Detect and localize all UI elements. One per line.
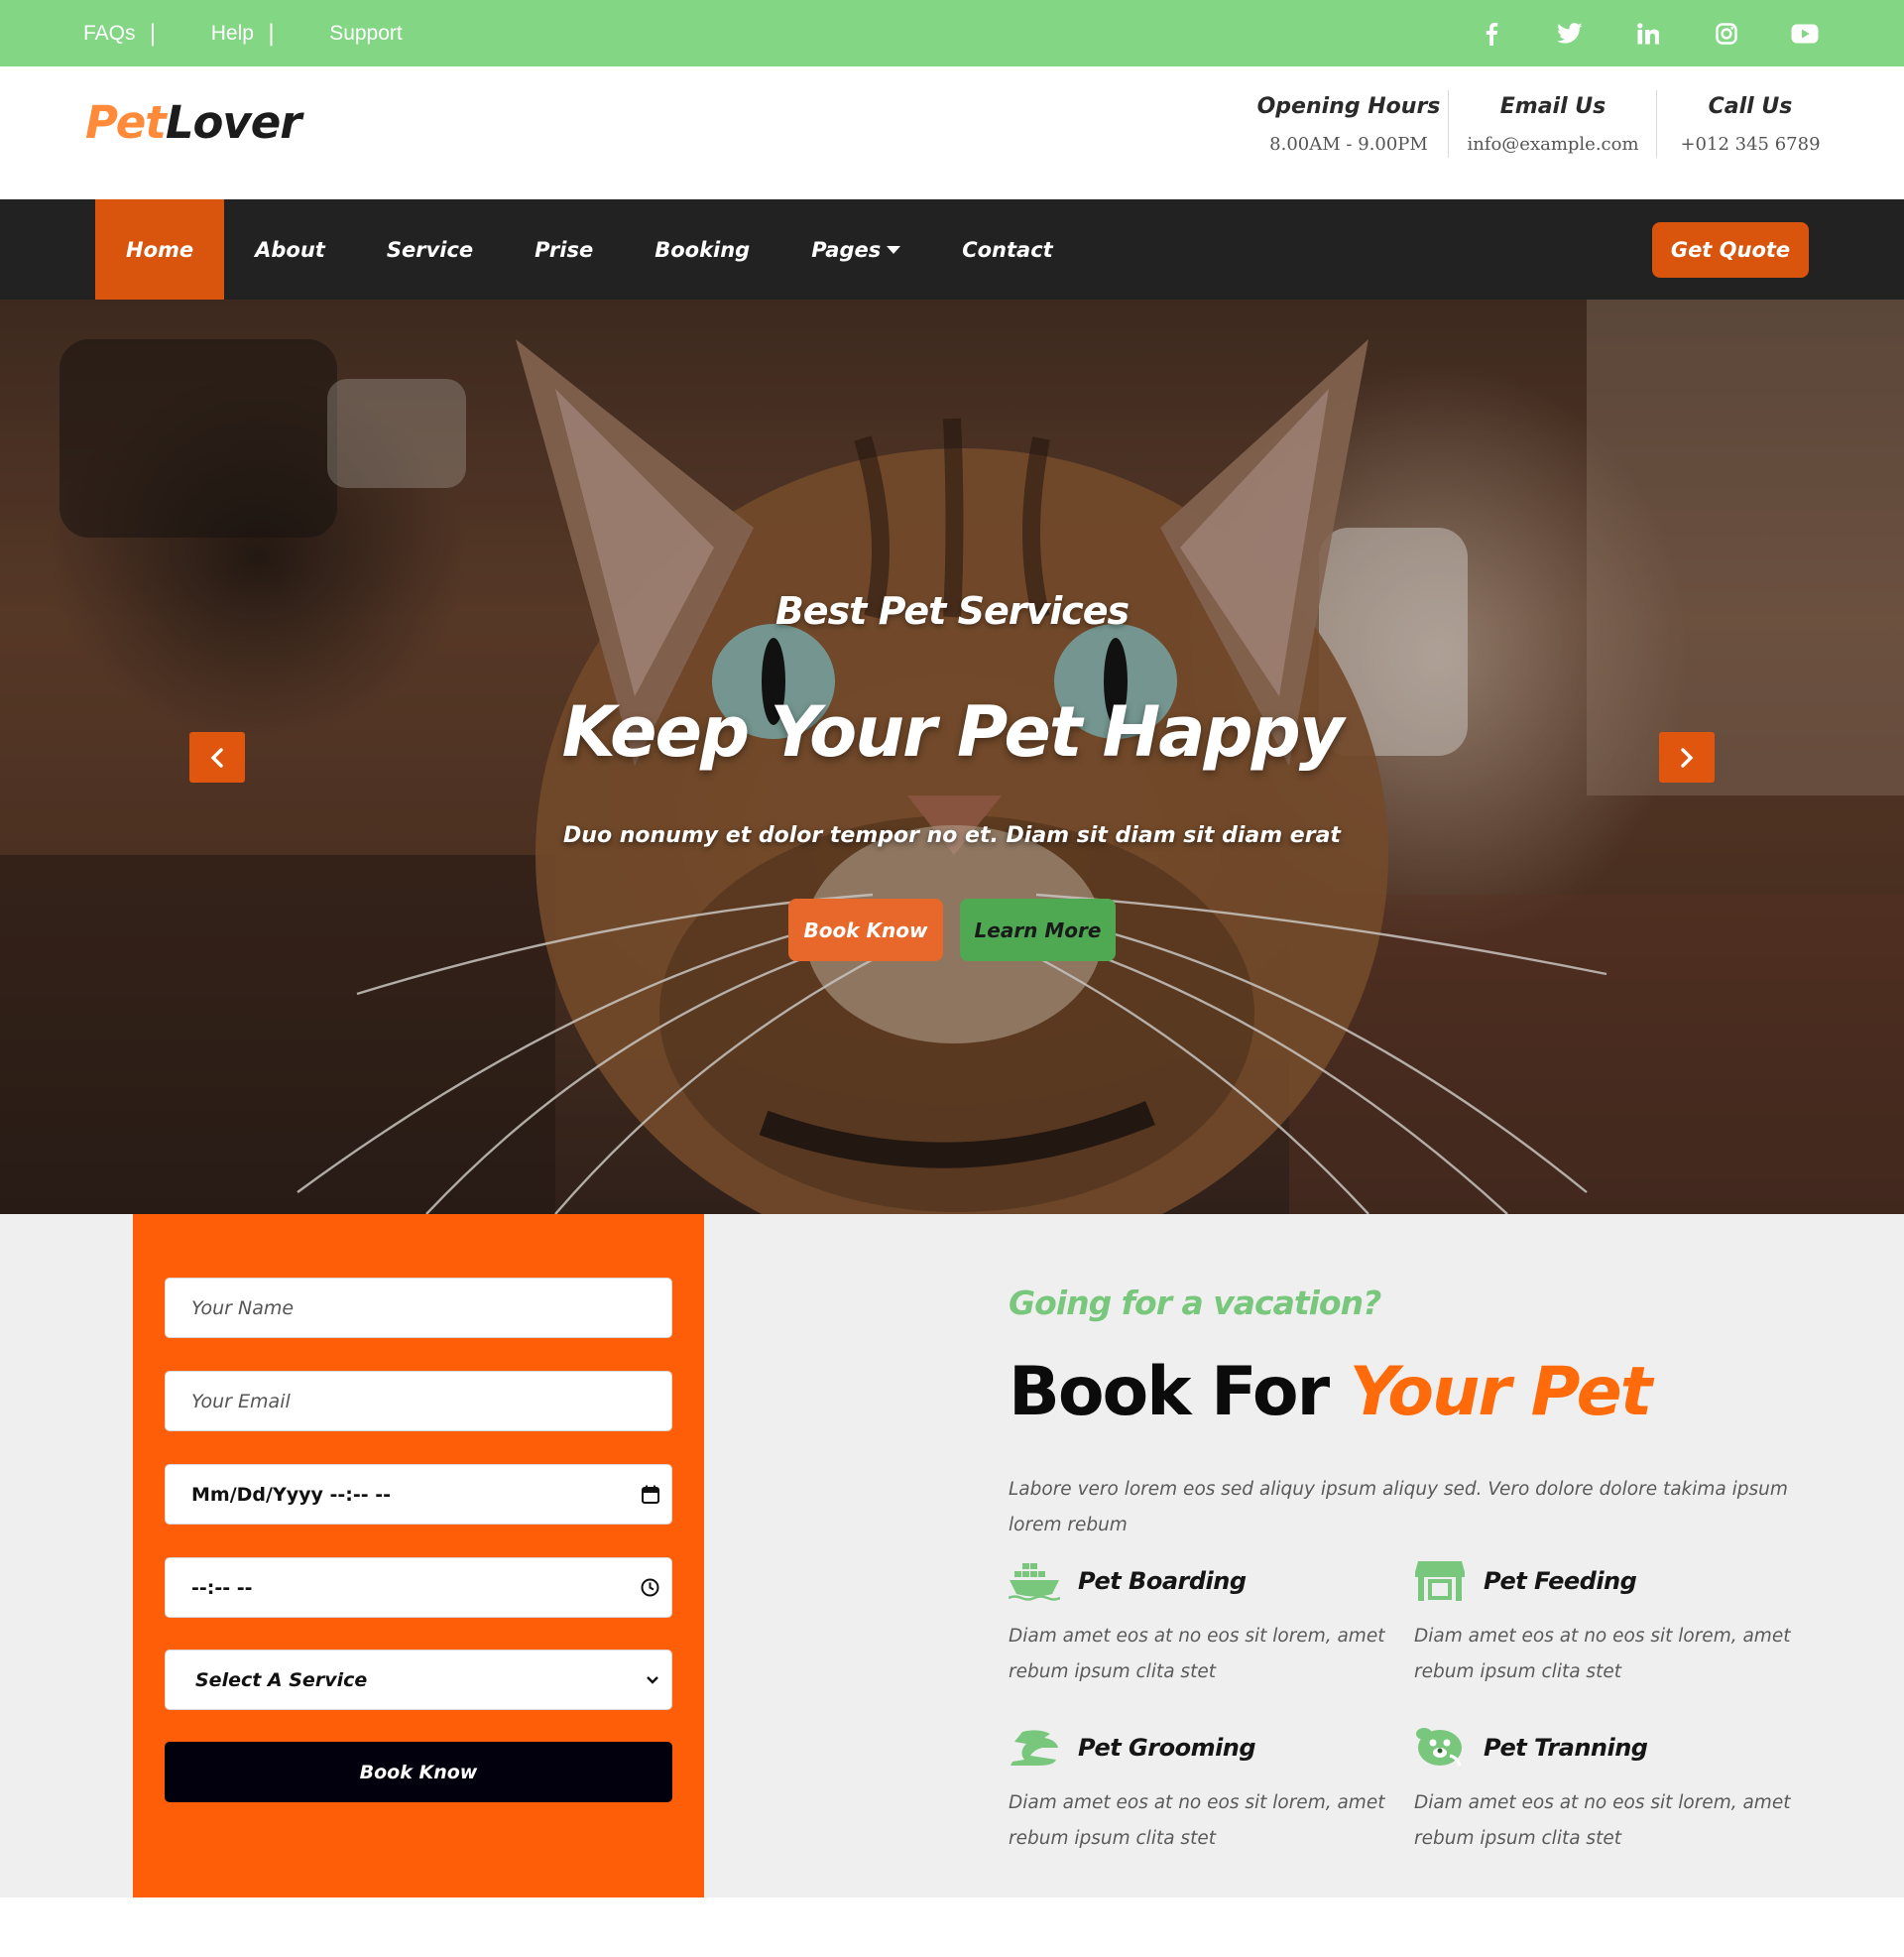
feature-description: Diam amet eos at no eos sit lorem, amet … xyxy=(1009,1626,1385,1682)
nav-service[interactable]: Service xyxy=(356,199,504,300)
time-input[interactable]: --:-- -- xyxy=(165,1557,672,1618)
nav-home[interactable]: Home xyxy=(95,199,225,300)
booking-info: Going for a vacation? Book For Your Pet … xyxy=(1009,1214,1802,1897)
service-select-value: Select A Service xyxy=(195,1668,368,1691)
main-nav: Home About Service Prise Booking Pages C… xyxy=(0,199,1904,300)
nav-prise[interactable]: Prise xyxy=(504,199,624,300)
book-title-part2: Your Pet xyxy=(1349,1353,1652,1431)
email-us: Email Us info@example.com xyxy=(1466,66,1640,199)
email-us-title: Email Us xyxy=(1499,94,1606,119)
get-quote-button[interactable]: Get Quote xyxy=(1652,222,1809,278)
booking-form: Your Name Your Email Mm/Dd/Yyyy --:-- --… xyxy=(133,1214,704,1897)
nav-contact[interactable]: Contact xyxy=(931,199,1084,300)
book-title: Book For Your Pet xyxy=(1009,1353,1652,1431)
hero-title: Keep Your Pet Happy xyxy=(561,691,1345,773)
social-links xyxy=(1478,0,1819,66)
store-icon xyxy=(1414,1557,1466,1605)
logo-pet: Pet xyxy=(85,96,167,149)
caret-down-icon xyxy=(887,245,901,254)
ship-icon xyxy=(1009,1557,1060,1605)
booking-section: Your Name Your Email Mm/Dd/Yyyy --:-- --… xyxy=(0,1214,1904,1897)
feature-title: Pet Grooming xyxy=(1078,1734,1256,1762)
chevron-right-icon xyxy=(1681,747,1694,768)
twitter-icon[interactable] xyxy=(1556,20,1584,48)
nav-booking[interactable]: Booking xyxy=(624,199,780,300)
feature-title: Pet Boarding xyxy=(1078,1567,1247,1595)
call-us-value[interactable]: +012 345 6789 xyxy=(1670,134,1831,155)
linkedin-icon[interactable] xyxy=(1634,20,1662,48)
link-separator: | xyxy=(267,19,275,47)
link-separator: | xyxy=(149,19,156,47)
chevron-left-icon xyxy=(210,747,223,768)
faqs-link[interactable]: FAQs xyxy=(83,22,136,46)
dog-icon xyxy=(1414,1724,1466,1772)
book-description: Labore vero lorem eos sed aliquy ipsum a… xyxy=(1009,1479,1788,1535)
feature-title: Pet Tranning xyxy=(1484,1734,1648,1762)
feature-pet-boarding: Pet Boarding Diam amet eos at no eos sit… xyxy=(1009,1557,1385,1690)
feature-pet-tranning: Pet Tranning Diam amet eos at no eos sit… xyxy=(1414,1724,1791,1857)
carousel-prev-button[interactable] xyxy=(189,732,245,783)
hero-description: Duo nonumy et dolor tempor no et. Diam s… xyxy=(563,823,1341,848)
opening-hours-title: Opening Hours xyxy=(1256,94,1441,119)
name-input[interactable]: Your Name xyxy=(165,1278,672,1338)
help-link[interactable]: Help xyxy=(211,22,254,46)
service-select[interactable]: Select A Service xyxy=(165,1650,672,1710)
site-header: PetLover Opening Hours 8.00AM - 9.00PM E… xyxy=(0,66,1904,199)
hero-book-button[interactable]: Book Know xyxy=(788,899,943,961)
youtube-icon[interactable] xyxy=(1791,20,1819,48)
call-us: Call Us +012 345 6789 xyxy=(1670,66,1831,199)
grooming-icon xyxy=(1009,1724,1060,1772)
nav-pages-label: Pages xyxy=(811,237,882,262)
divider xyxy=(1448,90,1449,158)
top-links: FAQs | Help | Support xyxy=(83,0,403,66)
calendar-icon[interactable] xyxy=(642,1485,659,1509)
vacation-label: Going for a vacation? xyxy=(1009,1284,1381,1322)
hero-subtitle: Best Pet Services xyxy=(774,589,1130,633)
instagram-icon[interactable] xyxy=(1713,20,1740,48)
nav-pages[interactable]: Pages xyxy=(780,199,931,300)
feature-description: Diam amet eos at no eos sit lorem, amet … xyxy=(1414,1626,1791,1682)
chevron-down-icon xyxy=(646,1670,659,1694)
clock-icon[interactable] xyxy=(641,1578,659,1602)
top-bar: FAQs | Help | Support xyxy=(0,0,1904,66)
logo[interactable]: PetLover xyxy=(85,100,301,145)
email-input[interactable]: Your Email xyxy=(165,1371,672,1431)
nav-items: Home About Service Prise Booking Pages C… xyxy=(95,199,1084,300)
feature-pet-feeding: Pet Feeding Diam amet eos at no eos sit … xyxy=(1414,1557,1791,1690)
feature-title: Pet Feeding xyxy=(1484,1567,1637,1595)
call-us-title: Call Us xyxy=(1708,94,1793,119)
divider xyxy=(1656,90,1657,158)
feature-description: Diam amet eos at no eos sit lorem, amet … xyxy=(1414,1792,1791,1849)
opening-hours: Opening Hours 8.00AM - 9.00PM xyxy=(1251,66,1446,199)
book-title-part1: Book For xyxy=(1009,1353,1330,1431)
opening-hours-value: 8.00AM - 9.00PM xyxy=(1269,134,1428,155)
email-us-value[interactable]: info@example.com xyxy=(1466,134,1640,155)
facebook-icon[interactable] xyxy=(1478,20,1505,48)
feature-description: Diam amet eos at no eos sit lorem, amet … xyxy=(1009,1792,1385,1849)
book-know-submit-button[interactable]: Book Know xyxy=(165,1742,672,1802)
feature-pet-grooming: Pet Grooming Diam amet eos at no eos sit… xyxy=(1009,1724,1385,1857)
nav-about[interactable]: About xyxy=(224,199,356,300)
carousel-next-button[interactable] xyxy=(1659,732,1715,783)
logo-lover: Lover xyxy=(165,96,302,149)
hero-carousel: Best Pet Services Keep Your Pet Happy Du… xyxy=(0,300,1904,1214)
date-input[interactable]: Mm/Dd/Yyyy --:-- -- xyxy=(165,1464,672,1525)
time-value: --:-- -- xyxy=(191,1576,253,1599)
hero-learn-more-button[interactable]: Learn More xyxy=(960,899,1116,961)
support-link[interactable]: Support xyxy=(329,22,403,46)
date-value: Mm/Dd/Yyyy --:-- -- xyxy=(191,1483,392,1506)
